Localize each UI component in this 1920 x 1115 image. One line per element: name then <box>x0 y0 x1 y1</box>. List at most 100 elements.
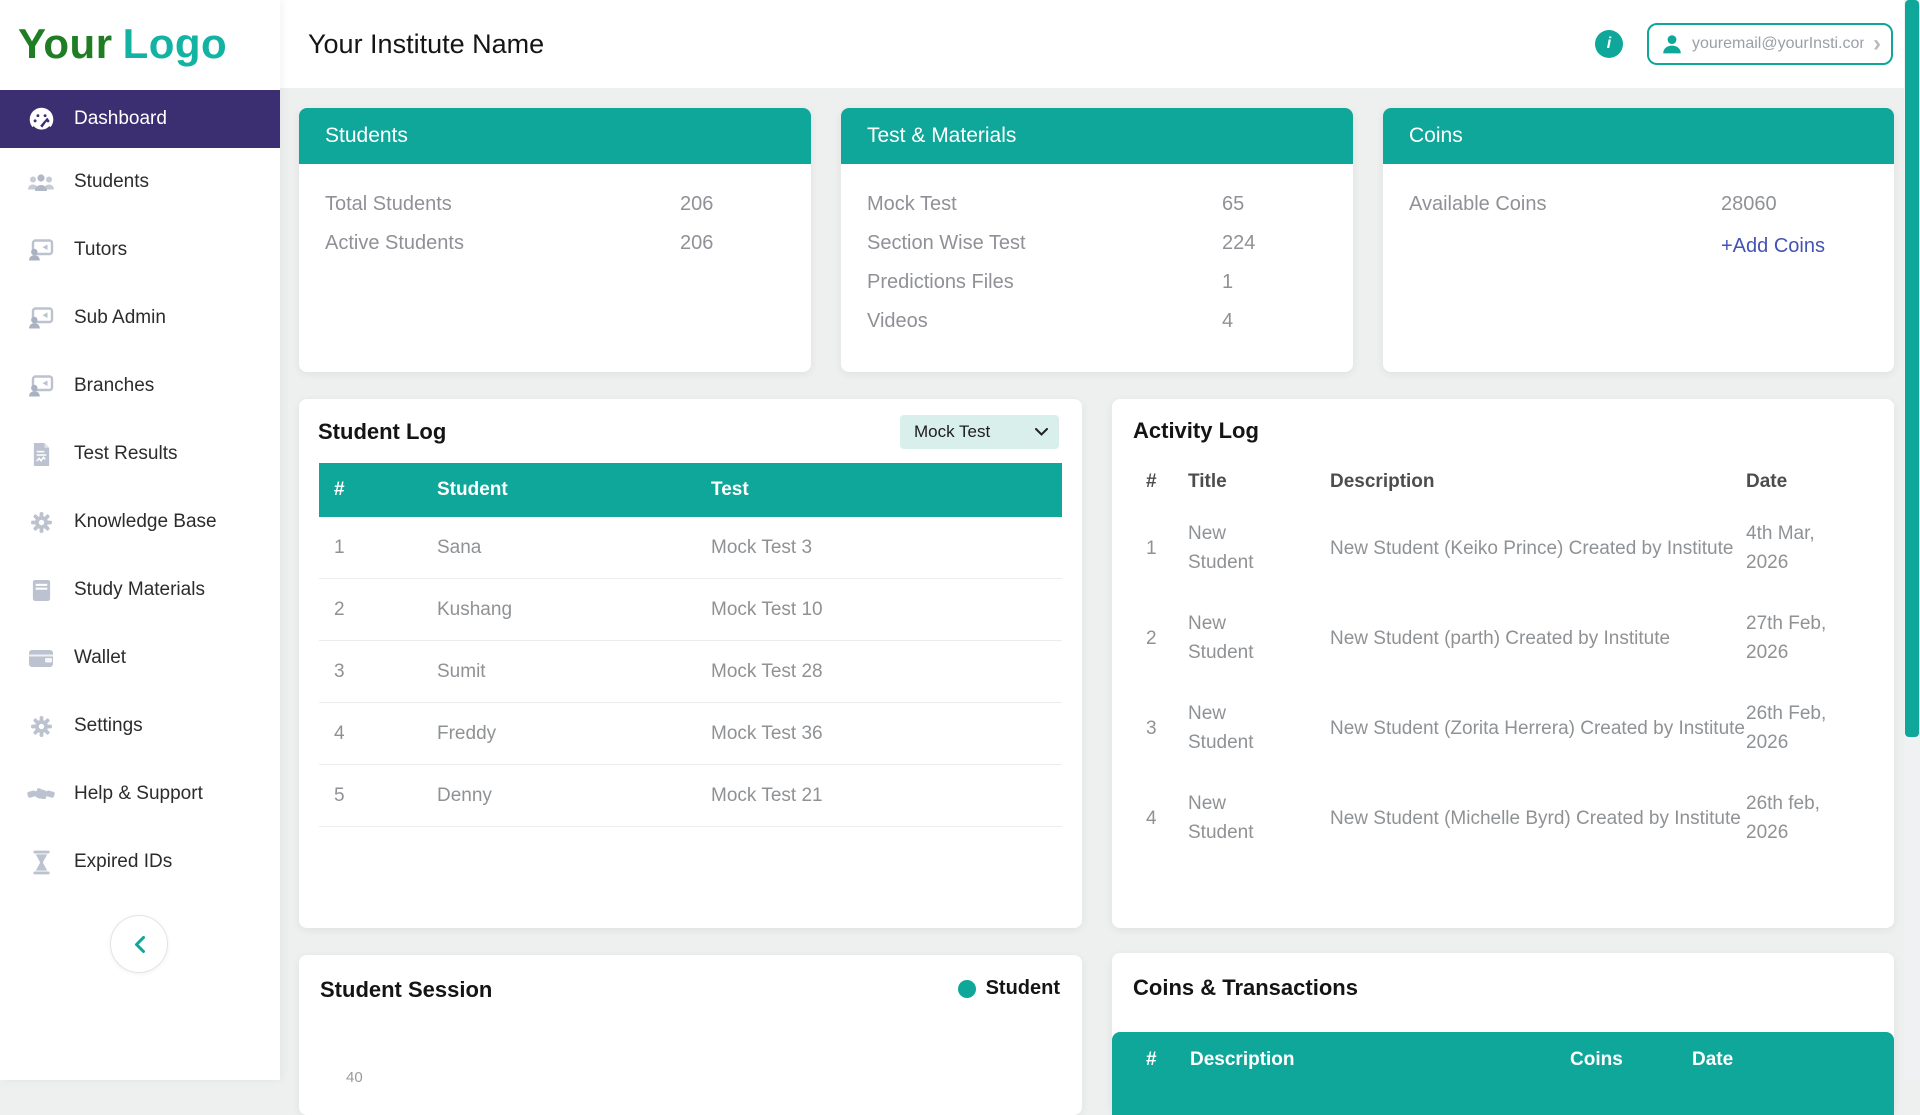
cell-test: Mock Test 28 <box>711 661 1062 683</box>
info-icon[interactable]: i <box>1595 30 1623 58</box>
cell-index: 2 <box>334 599 437 621</box>
cell-student: Freddy <box>437 723 711 745</box>
stat-row: +Add Coins <box>1409 224 1868 268</box>
sidebar-item-dashboard[interactable]: Dashboard <box>0 90 280 148</box>
sidebar-item-sub-admin[interactable]: Sub Admin <box>0 284 280 352</box>
institute-name: Your Institute Name <box>308 29 544 60</box>
stat-value: 1 <box>1222 263 1327 302</box>
student-log-title: Student Log <box>318 419 446 445</box>
stat-label: Section Wise Test <box>867 224 1222 263</box>
column-header: Test <box>711 479 1062 501</box>
chevron-right-icon: › <box>1873 32 1881 56</box>
test-results-icon <box>26 442 56 467</box>
cell-description: New Student (Keiko Prince) Created by In… <box>1330 534 1746 563</box>
sidebar-item-settings[interactable]: Settings <box>0 692 280 760</box>
page-scrollbar-track[interactable] <box>1904 0 1920 1080</box>
cell-description: New Student (Michelle Byrd) Created by I… <box>1330 804 1746 833</box>
test-type-select-value: Mock Test <box>914 422 990 442</box>
sidebar: YourLogo Dashboard Students Tutors Sub <box>0 0 280 1080</box>
sidebar-item-label: Test Results <box>74 443 177 465</box>
table-row: 4 New Student New Student (Michelle Byrd… <box>1146 773 1870 863</box>
stat-label-empty <box>1409 224 1721 268</box>
legend-label: Student <box>986 977 1060 1000</box>
sidebar-item-expired-ids[interactable]: Expired IDs <box>0 828 280 896</box>
sidebar-item-label: Branches <box>74 375 154 397</box>
stat-label: Available Coins <box>1409 185 1721 224</box>
activity-log-table-header: # Title Description Date <box>1146 463 1870 503</box>
sidebar-item-label: Knowledge Base <box>74 511 217 533</box>
test-materials-card-header: Test & Materials <box>841 108 1353 164</box>
branches-icon <box>26 374 56 398</box>
sidebar-item-test-results[interactable]: Test Results <box>0 420 280 488</box>
cell-index: 3 <box>334 661 437 683</box>
stat-value: 206 <box>680 224 785 263</box>
student-log-table: # Student Test 1 Sana Mock Test 3 2 Kush… <box>319 463 1062 827</box>
sidebar-item-students[interactable]: Students <box>0 148 280 216</box>
sidebar-collapse-button[interactable] <box>110 915 168 973</box>
cell-description: New Student (parth) Created by Institute <box>1330 624 1746 653</box>
students-card: Students Total Students 206 Active Stude… <box>299 108 811 372</box>
sidebar-item-help-support[interactable]: Help & Support <box>0 760 280 828</box>
stat-row: Mock Test 65 <box>867 185 1327 224</box>
coins-transactions-title: Coins & Transactions <box>1133 975 1358 1001</box>
students-icon <box>26 171 56 194</box>
cell-student: Denny <box>437 785 711 807</box>
stat-value: 4 <box>1222 302 1327 341</box>
cell-date: 26th feb, 2026 <box>1746 789 1870 847</box>
sidebar-item-label: Expired IDs <box>74 851 172 873</box>
table-row: 1 New Student New Student (Keiko Prince)… <box>1146 503 1870 593</box>
cell-test: Mock Test 10 <box>711 599 1062 621</box>
stat-row: Available Coins 28060 <box>1409 185 1868 224</box>
sidebar-item-knowledge-base[interactable]: Knowledge Base <box>0 488 280 556</box>
cell-title: New Student <box>1188 609 1330 667</box>
sidebar-item-wallet[interactable]: Wallet <box>0 624 280 692</box>
cell-index: 1 <box>1146 534 1188 563</box>
add-coins-link[interactable]: +Add Coins <box>1721 224 1868 268</box>
sidebar-item-label: Dashboard <box>74 108 167 130</box>
cell-test: Mock Test 36 <box>711 723 1062 745</box>
cell-title: New Student <box>1188 789 1330 847</box>
test-materials-card-body: Mock Test 65 Section Wise Test 224 Predi… <box>841 164 1353 341</box>
cell-index: 4 <box>1146 804 1188 833</box>
column-header: # <box>1146 471 1188 493</box>
sidebar-item-tutors[interactable]: Tutors <box>0 216 280 284</box>
column-header: Date <box>1692 1049 1894 1115</box>
user-icon <box>1661 33 1683 55</box>
column-header: # <box>1146 1049 1190 1115</box>
chart-axis-tick: 40 <box>346 1069 363 1086</box>
cell-test: Mock Test 3 <box>711 537 1062 559</box>
table-row: 4 Freddy Mock Test 36 <box>319 703 1062 765</box>
logo-word-your: Your <box>18 20 113 67</box>
coins-card-body: Available Coins 28060 +Add Coins <box>1383 164 1894 268</box>
sidebar-item-branches[interactable]: Branches <box>0 352 280 420</box>
column-header: Title <box>1188 471 1330 493</box>
column-header: Student <box>437 479 711 501</box>
stat-label: Active Students <box>325 224 680 263</box>
stat-row: Videos 4 <box>867 302 1327 341</box>
stat-value: 224 <box>1222 224 1327 263</box>
page-scrollbar-thumb[interactable] <box>1905 0 1919 737</box>
column-header: # <box>334 479 437 501</box>
sidebar-item-label: Sub Admin <box>74 307 166 329</box>
cell-student: Sumit <box>437 661 711 683</box>
test-materials-card: Test & Materials Mock Test 65 Section Wi… <box>841 108 1353 372</box>
user-account-button[interactable]: youremail@yourInsti.com › <box>1647 23 1893 65</box>
coins-transactions-card: Coins & Transactions # Description Coins… <box>1112 953 1894 1115</box>
sidebar-item-label: Settings <box>74 715 143 737</box>
coins-card-header: Coins <box>1383 108 1894 164</box>
cell-date: 4th Mar, 2026 <box>1746 519 1870 577</box>
tutor-icon <box>26 238 56 262</box>
cell-date: 26th Feb, 2026 <box>1746 699 1870 757</box>
cell-index: 1 <box>334 537 437 559</box>
sidebar-item-label: Wallet <box>74 647 126 669</box>
cell-test: Mock Test 21 <box>711 785 1062 807</box>
stat-row: Active Students 206 <box>325 224 785 263</box>
stat-row: Section Wise Test 224 <box>867 224 1327 263</box>
cell-title: New Student <box>1188 519 1330 577</box>
stat-value: 206 <box>680 185 785 224</box>
test-type-select[interactable]: Mock Test <box>900 415 1059 449</box>
stat-label: Videos <box>867 302 1222 341</box>
students-card-body: Total Students 206 Active Students 206 <box>299 164 811 263</box>
column-header: Description <box>1330 471 1746 493</box>
sidebar-item-study-materials[interactable]: Study Materials <box>0 556 280 624</box>
